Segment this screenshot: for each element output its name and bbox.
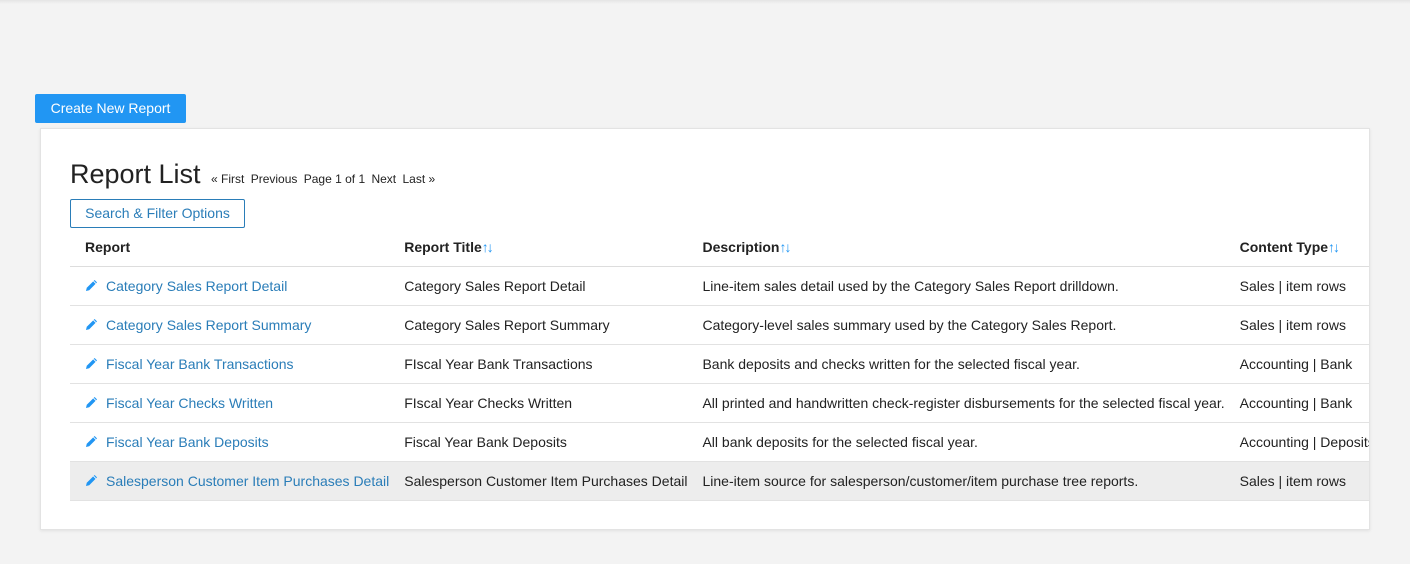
content-type-cell: Accounting | Bank: [1224, 344, 1369, 384]
sort-arrows-icon[interactable]: ↑↓: [779, 239, 791, 255]
pencil-icon[interactable]: [85, 396, 98, 409]
column-header-report: Report: [70, 228, 390, 267]
table-row: Fiscal Year Checks Written FIscal Year C…: [70, 383, 1369, 423]
sort-arrows-icon[interactable]: ↑↓: [1328, 239, 1340, 255]
column-header-description[interactable]: Description↑↓: [687, 228, 1225, 267]
pencil-icon[interactable]: [85, 279, 98, 292]
report-list-card: Report List « First Previous Page 1 of 1…: [40, 128, 1370, 530]
pager-last-link[interactable]: Last »: [403, 172, 436, 186]
pencil-icon[interactable]: [85, 435, 98, 448]
table-row: Salesperson Customer Item Purchases Deta…: [70, 461, 1369, 501]
pencil-icon[interactable]: [85, 318, 98, 331]
report-link[interactable]: Salesperson Customer Item Purchases Deta…: [85, 473, 389, 489]
pagination: « First Previous Page 1 of 1 Next Last »: [211, 172, 438, 186]
description-cell: Line-item source for salesperson/custome…: [687, 461, 1225, 501]
content-type-cell: Accounting | Bank: [1224, 383, 1369, 423]
description-cell: Bank deposits and checks written for the…: [687, 344, 1225, 384]
column-header-report-title[interactable]: Report Title↑↓: [389, 228, 688, 267]
report-link-label[interactable]: Fiscal Year Bank Transactions: [106, 356, 294, 372]
table-row: Fiscal Year Bank Deposits Fiscal Year Ba…: [70, 422, 1369, 462]
column-header-content-type[interactable]: Content Type↑↓: [1224, 228, 1369, 267]
pencil-icon[interactable]: [85, 357, 98, 370]
report-link[interactable]: Category Sales Report Detail: [85, 278, 287, 294]
table-row: Fiscal Year Bank Transactions FIscal Yea…: [70, 344, 1369, 384]
title-row: Report List « First Previous Page 1 of 1…: [70, 159, 438, 190]
report-title-cell: Category Sales Report Summary: [389, 305, 688, 345]
page-title: Report List: [70, 159, 201, 189]
pager-next-link[interactable]: Next: [371, 172, 396, 186]
content-type-cell: Sales | item rows: [1224, 266, 1369, 306]
report-cell: Fiscal Year Bank Deposits: [70, 422, 390, 462]
report-title-cell: FIscal Year Checks Written: [389, 383, 688, 423]
report-link-label[interactable]: Category Sales Report Summary: [106, 317, 311, 333]
report-link-label[interactable]: Fiscal Year Bank Deposits: [106, 434, 269, 450]
table-row: Category Sales Report Summary Category S…: [70, 305, 1369, 345]
report-link-label[interactable]: Category Sales Report Detail: [106, 278, 287, 294]
search-filter-options-button[interactable]: Search & Filter Options: [70, 199, 245, 228]
report-cell: Fiscal Year Checks Written: [70, 383, 390, 423]
report-title-cell: Salesperson Customer Item Purchases Deta…: [389, 461, 688, 501]
report-cell: Fiscal Year Bank Transactions: [70, 344, 390, 384]
report-link[interactable]: Fiscal Year Bank Deposits: [85, 434, 269, 450]
report-link[interactable]: Category Sales Report Summary: [85, 317, 311, 333]
pager-previous-link[interactable]: Previous: [251, 172, 298, 186]
table-header-row: Report Report Title↑↓ Description↑↓ Cont…: [70, 228, 1369, 267]
pager-page-info: Page 1 of 1: [303, 172, 366, 186]
pager-first-link[interactable]: « First: [211, 172, 244, 186]
description-cell: Category-level sales summary used by the…: [687, 305, 1225, 345]
report-link[interactable]: Fiscal Year Bank Transactions: [85, 356, 294, 372]
description-cell: All bank deposits for the selected fisca…: [687, 422, 1225, 462]
description-cell: All printed and handwritten check-regist…: [687, 383, 1225, 423]
report-cell: Salesperson Customer Item Purchases Deta…: [70, 461, 390, 501]
description-cell: Line-item sales detail used by the Categ…: [687, 266, 1225, 306]
content-type-cell: Sales | item rows: [1224, 461, 1369, 501]
pencil-icon[interactable]: [85, 474, 98, 487]
report-link-label[interactable]: Salesperson Customer Item Purchases Deta…: [106, 473, 389, 489]
create-new-report-button[interactable]: Create New Report: [35, 94, 186, 123]
report-title-cell: Fiscal Year Bank Deposits: [389, 422, 688, 462]
report-cell: Category Sales Report Summary: [70, 305, 390, 345]
report-link[interactable]: Fiscal Year Checks Written: [85, 395, 273, 411]
report-table: Report Report Title↑↓ Description↑↓ Cont…: [70, 228, 1369, 501]
report-title-cell: FIscal Year Bank Transactions: [389, 344, 688, 384]
report-title-cell: Category Sales Report Detail: [389, 266, 688, 306]
table-row: Category Sales Report Detail Category Sa…: [70, 266, 1369, 306]
report-cell: Category Sales Report Detail: [70, 266, 390, 306]
sort-arrows-icon[interactable]: ↑↓: [482, 239, 494, 255]
content-type-cell: Accounting | Deposits: [1224, 422, 1369, 462]
report-link-label[interactable]: Fiscal Year Checks Written: [106, 395, 273, 411]
top-bar-shadow: [0, 0, 1410, 4]
content-type-cell: Sales | item rows: [1224, 305, 1369, 345]
